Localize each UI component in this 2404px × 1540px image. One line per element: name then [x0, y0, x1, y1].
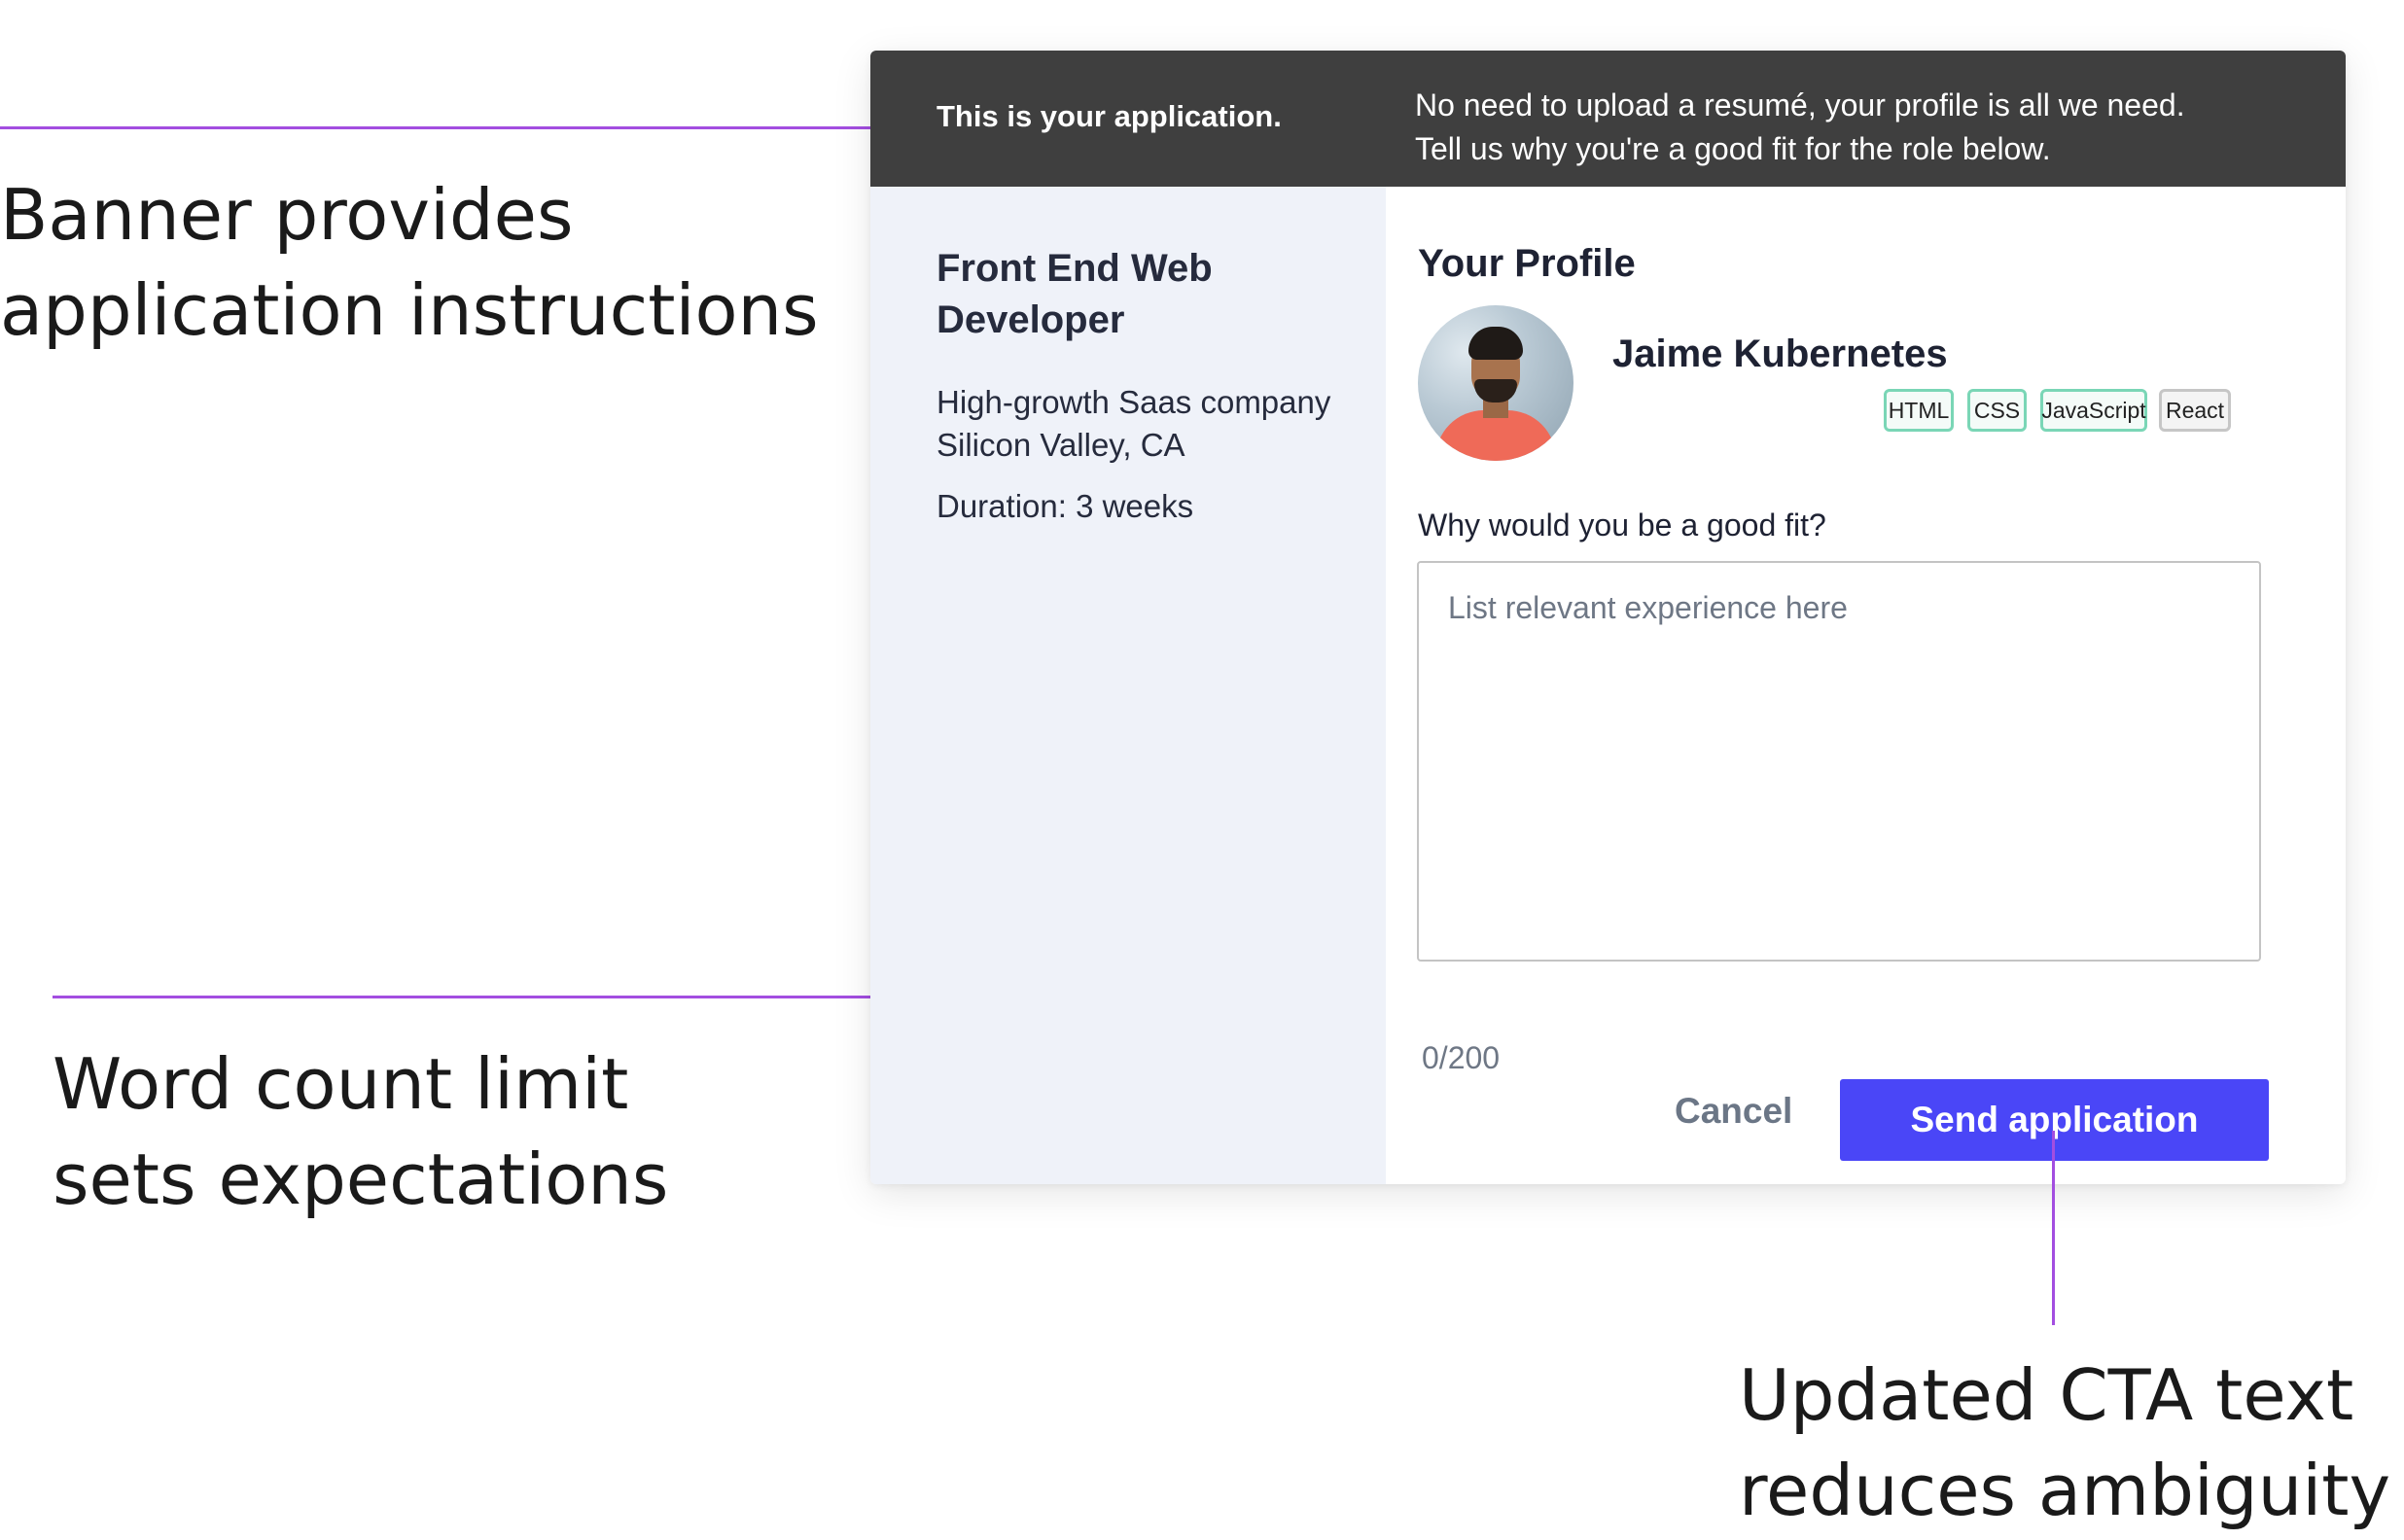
- banner-message: No need to upload a resumé, your profile…: [1415, 84, 2185, 171]
- cta-annotation-line-1: Updated CTA text: [1739, 1354, 2354, 1436]
- cta-annotation-line-2: reduces ambiguity: [1739, 1450, 2391, 1531]
- job-title-line-1: Front End Web: [937, 247, 1213, 290]
- word-count-annotation-line-1: Word count limit: [53, 1043, 629, 1125]
- cancel-button[interactable]: Cancel: [1675, 1091, 1792, 1132]
- word-count-annotation-line-2: sets expectations: [53, 1138, 669, 1220]
- banner-message-line-2: Tell us why you're a good fit for the ro…: [1415, 131, 2051, 166]
- profile-name: Jaime Kubernetes: [1612, 332, 1948, 375]
- fit-question-label: Why would you be a good fit?: [1418, 508, 1826, 542]
- textarea-placeholder: List relevant experience here: [1448, 590, 1848, 625]
- job-title-line-2: Developer: [937, 298, 1125, 341]
- banner-title: This is your application.: [937, 99, 1282, 133]
- fit-answer-textarea[interactable]: List relevant experience here: [1417, 561, 2261, 962]
- banner-message-line-1: No need to upload a resumé, your profile…: [1415, 88, 2185, 122]
- avatar: [1418, 305, 1573, 461]
- word-count: 0/200: [1422, 1040, 1501, 1075]
- skill-chip-javascript: JavaScript: [2040, 389, 2147, 432]
- job-duration: Duration: 3 weeks: [937, 488, 1194, 524]
- banner-callout-line: [0, 126, 907, 129]
- word-count-annotation: Word count limit sets expectations: [53, 1036, 668, 1227]
- application-card: This is your application. No need to upl…: [870, 51, 2346, 1184]
- cta-callout-line: [2052, 1131, 2055, 1325]
- instruction-banner: This is your application. No need to upl…: [870, 51, 2346, 187]
- job-location: Silicon Valley, CA: [937, 427, 1185, 463]
- profile-heading: Your Profile: [1418, 242, 1636, 285]
- job-summary-pane: Front End Web Developer High-growth Saas…: [870, 187, 1386, 1184]
- cta-annotation: Updated CTA text reduces ambiguity: [1739, 1348, 2390, 1538]
- skill-chip-html: HTML: [1884, 389, 1954, 432]
- skill-chip-css: CSS: [1967, 389, 2027, 432]
- banner-annotation: Banner provides application instructions: [0, 167, 819, 358]
- skill-chip-react: React: [2159, 389, 2231, 432]
- banner-annotation-line-2: application instructions: [0, 269, 819, 351]
- banner-annotation-line-1: Banner provides: [0, 174, 574, 256]
- application-form-pane: Your Profile Jaime Kubernetes HTML CSS J…: [1386, 187, 2346, 1184]
- company-name: High-growth Saas company: [937, 384, 1331, 420]
- job-title: Front End Web Developer: [937, 243, 1213, 346]
- company-info: High-growth Saas company Silicon Valley,…: [937, 381, 1330, 467]
